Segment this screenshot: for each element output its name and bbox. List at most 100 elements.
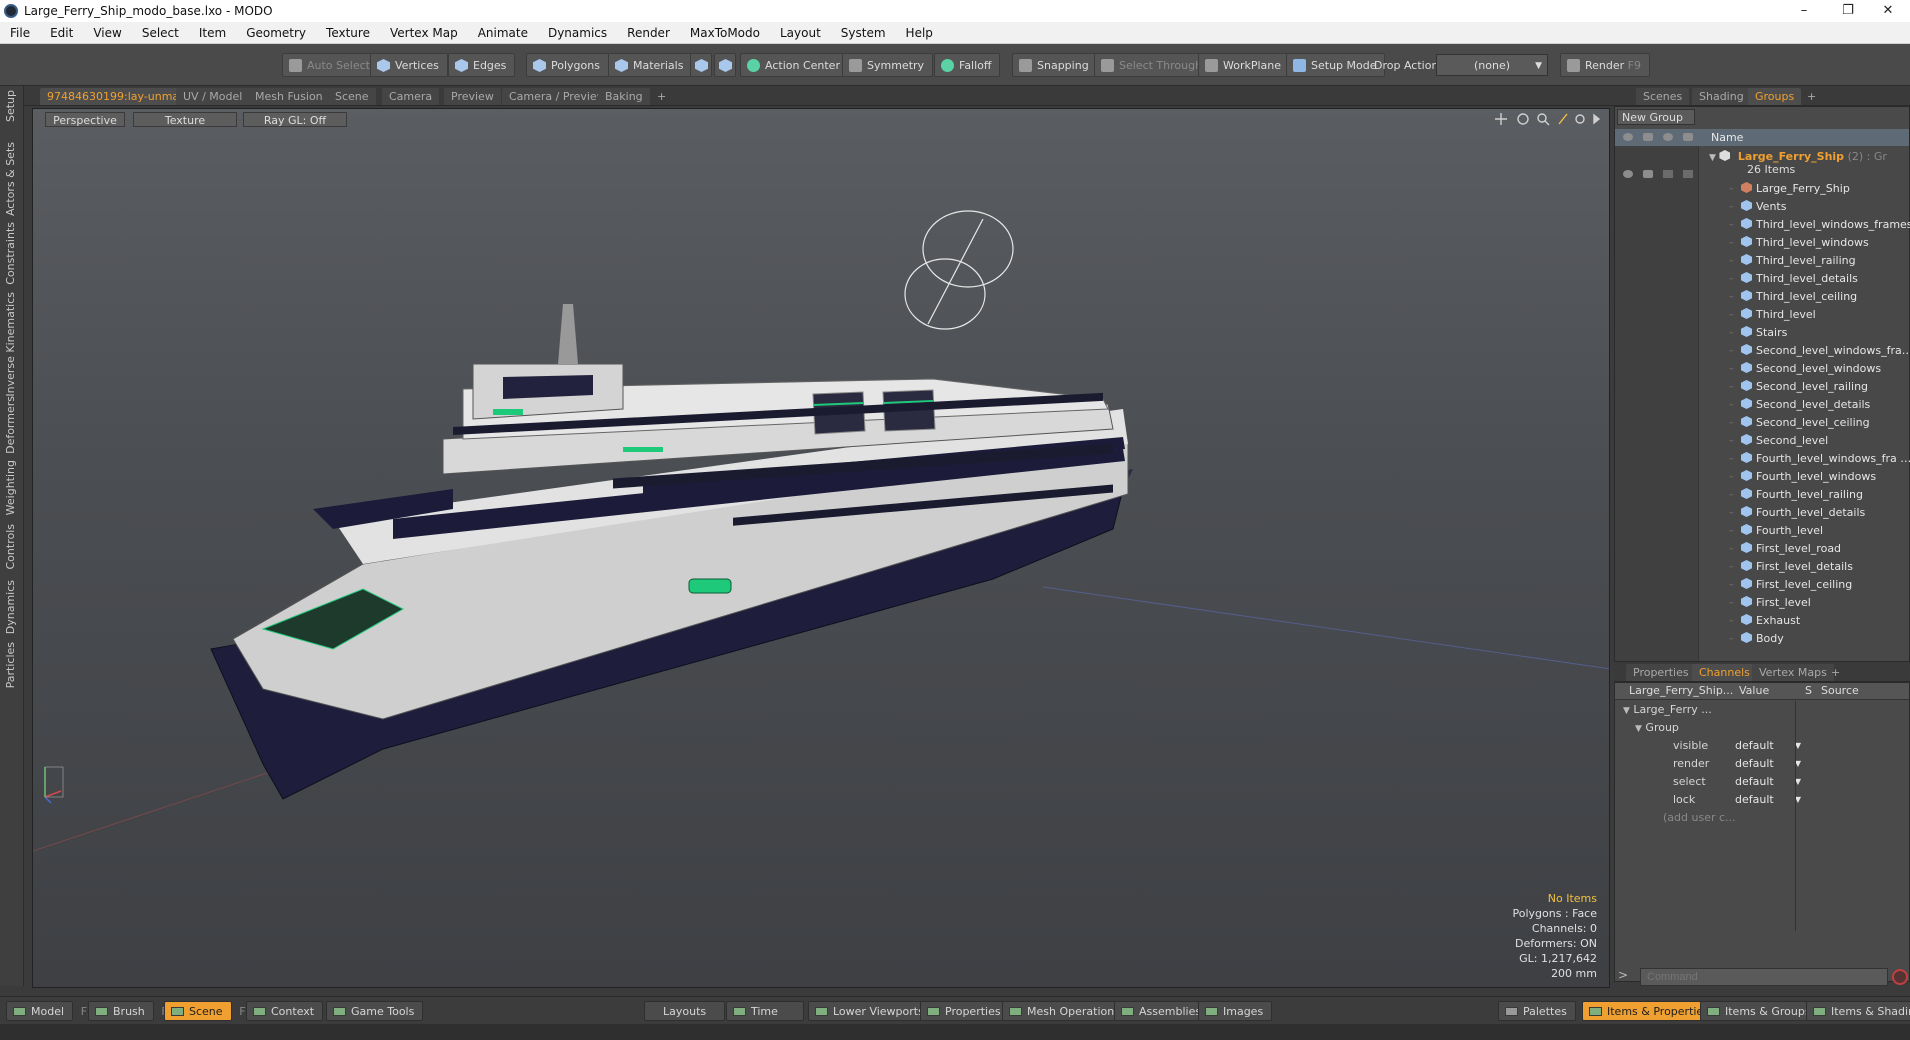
minimize-button[interactable]: – bbox=[1782, 0, 1826, 22]
assemblies-button[interactable]: Assemblies bbox=[1114, 1001, 1211, 1021]
group-item-row[interactable]: – Fourth_level_windows bbox=[1729, 468, 1876, 486]
component-mode-button-2[interactable] bbox=[714, 53, 736, 77]
group-item-row[interactable]: – Fourth_level bbox=[1729, 522, 1823, 540]
group-item-row[interactable]: – Fourth_level_windows_fra … bbox=[1729, 450, 1910, 468]
brush-layout-button[interactable]: BrushF3 bbox=[88, 1001, 175, 1021]
tab-channels[interactable]: Channels bbox=[1692, 664, 1757, 681]
menu-item[interactable]: Item bbox=[189, 26, 236, 40]
group-item-row[interactable]: – Stairs bbox=[1729, 324, 1787, 342]
tab-uv-model[interactable]: UV / Model bbox=[176, 88, 250, 105]
group-item-row[interactable]: – Third_level bbox=[1729, 306, 1816, 324]
group-item-row[interactable]: – Third_level_details bbox=[1729, 270, 1858, 288]
channel-group-row[interactable]: ▼ Group bbox=[1635, 719, 1679, 737]
group-item-row[interactable]: – Third_level_windows bbox=[1729, 234, 1869, 252]
tab-scenes[interactable]: Scenes bbox=[1636, 88, 1690, 105]
menu-animate[interactable]: Animate bbox=[468, 26, 538, 40]
tab-constraints[interactable]: Constraints bbox=[4, 222, 20, 285]
add-right-tab-button[interactable]: + bbox=[1800, 88, 1823, 105]
tab-particles[interactable]: Particles bbox=[4, 642, 20, 688]
tab-controls[interactable]: Controls bbox=[4, 524, 20, 570]
tab-deformers[interactable]: Deformers bbox=[4, 396, 20, 454]
tab-layout-unmax[interactable]: 97484630199:lay-unmax bbox=[40, 88, 193, 105]
group-item-row[interactable]: – First_level_details bbox=[1729, 558, 1853, 576]
items-groups-button[interactable]: Items & Groups bbox=[1700, 1001, 1820, 1021]
group-item-row[interactable]: – First_level_ceiling bbox=[1729, 576, 1852, 594]
record-icon[interactable] bbox=[1892, 969, 1908, 985]
select-through-button[interactable]: Select Through bbox=[1094, 53, 1212, 77]
setup-mode-button[interactable]: Setup Mode bbox=[1286, 53, 1386, 77]
action-center-button[interactable]: Action Center bbox=[740, 53, 849, 77]
group-item-row[interactable]: – Second_level bbox=[1729, 432, 1828, 450]
tab-groups[interactable]: Groups bbox=[1748, 88, 1802, 105]
group-root-row[interactable]: ▼ Large_Ferry_Ship (2) : Gr bbox=[1709, 148, 1887, 166]
3d-viewport[interactable]: Perspective Texture Ray GL: Off No Items… bbox=[32, 108, 1610, 988]
tab-mesh-fusion[interactable]: Mesh Fusion bbox=[248, 88, 330, 105]
group-item-row[interactable]: – Fourth_level_railing bbox=[1729, 486, 1863, 504]
command-input[interactable] bbox=[1640, 968, 1888, 986]
tab-weighting[interactable]: Weighting bbox=[4, 460, 20, 515]
channel-lock-value[interactable]: default ▼ bbox=[1735, 791, 1801, 809]
group-item-row[interactable]: – Third_level_railing bbox=[1729, 252, 1856, 270]
group-item-row[interactable]: – First_level bbox=[1729, 594, 1811, 612]
tab-camera[interactable]: Camera bbox=[382, 88, 440, 105]
group-item-row[interactable]: – Fourth_level_details bbox=[1729, 504, 1865, 522]
falloff-button[interactable]: Falloff bbox=[934, 53, 1001, 77]
vertices-button[interactable]: Vertices bbox=[370, 53, 448, 77]
component-mode-button-1[interactable] bbox=[690, 53, 712, 77]
lower-viewports-button[interactable]: Lower Viewports bbox=[808, 1001, 933, 1021]
group-item-row[interactable]: – First_level_road bbox=[1729, 540, 1841, 558]
menu-view[interactable]: View bbox=[83, 26, 131, 40]
tab-shading[interactable]: Shading bbox=[1692, 88, 1751, 105]
menu-file[interactable]: File bbox=[0, 26, 40, 40]
add-tab-button[interactable]: + bbox=[650, 88, 673, 105]
scene-layout-button[interactable]: SceneF4 bbox=[164, 1001, 253, 1021]
context-layout-button[interactable]: Context bbox=[246, 1001, 324, 1021]
channel-visible-value[interactable]: default ▼ bbox=[1735, 737, 1801, 755]
images-button[interactable]: Images bbox=[1198, 1001, 1273, 1021]
tab-properties[interactable]: Properties bbox=[1626, 664, 1696, 681]
group-item-row[interactable]: – Second_level_railing bbox=[1729, 378, 1868, 396]
channel-item-row[interactable]: ▼ Large_Ferry ... bbox=[1623, 701, 1712, 719]
menu-system[interactable]: System bbox=[831, 26, 896, 40]
group-item-row[interactable]: – Third_level_windows_frames bbox=[1729, 216, 1910, 234]
tab-camera-preview[interactable]: Camera / Preview bbox=[502, 88, 613, 105]
menu-dynamics[interactable]: Dynamics bbox=[538, 26, 617, 40]
tab-preview[interactable]: Preview bbox=[444, 88, 501, 105]
group-lock-toggle[interactable] bbox=[1663, 170, 1673, 178]
mesh-operations-button[interactable]: Mesh Operations bbox=[1002, 1001, 1129, 1021]
group-item-row[interactable]: – Vents bbox=[1729, 198, 1786, 216]
menu-help[interactable]: Help bbox=[896, 26, 943, 40]
group-item-row[interactable]: – Exhaust bbox=[1729, 612, 1800, 630]
game-tools-layout-button[interactable]: Game Tools bbox=[326, 1001, 424, 1021]
expand-toggle-icon[interactable]: ▼ bbox=[1623, 706, 1630, 716]
workplane-button[interactable]: WorkPlane bbox=[1198, 53, 1291, 77]
menu-geometry[interactable]: Geometry bbox=[236, 26, 316, 40]
close-button[interactable]: ✕ bbox=[1866, 0, 1910, 22]
drop-action-select[interactable]: (none) ▼ bbox=[1436, 54, 1548, 76]
group-item-row[interactable]: – Body bbox=[1729, 630, 1784, 648]
model-layout-button[interactable]: ModelF2 bbox=[6, 1001, 94, 1021]
group-visibility-toggle[interactable] bbox=[1623, 170, 1633, 178]
channel-render-value[interactable]: default ▼ bbox=[1735, 755, 1801, 773]
group-render-toggle[interactable] bbox=[1643, 170, 1653, 178]
group-item-row[interactable]: – Second_level_windows_fra… bbox=[1729, 342, 1910, 360]
edges-button[interactable]: Edges bbox=[448, 53, 516, 77]
menu-render[interactable]: Render bbox=[617, 26, 680, 40]
group-select-toggle[interactable] bbox=[1683, 170, 1693, 178]
expand-toggle-icon[interactable]: ▼ bbox=[1635, 724, 1642, 734]
channel-select-value[interactable]: default ▼ bbox=[1735, 773, 1801, 791]
items-shading-button[interactable]: Items & Shading bbox=[1806, 1001, 1910, 1021]
render-button[interactable]: Render F9 bbox=[1560, 53, 1650, 77]
add-user-channel[interactable]: (add user c... bbox=[1663, 809, 1736, 827]
properties-button[interactable]: Properties bbox=[920, 1001, 1010, 1021]
new-group-button[interactable]: New Group bbox=[1617, 109, 1695, 125]
tab-scene[interactable]: Scene bbox=[328, 88, 376, 105]
maximize-button[interactable]: ❐ bbox=[1826, 0, 1870, 22]
menu-texture[interactable]: Texture bbox=[316, 26, 380, 40]
layouts-button[interactable]: Layouts bbox=[644, 1001, 726, 1021]
menu-vertex-map[interactable]: Vertex Map bbox=[380, 26, 468, 40]
menu-maxtomodo[interactable]: MaxToModo bbox=[680, 26, 770, 40]
items-properties-button[interactable]: Items & Properties bbox=[1582, 1001, 1718, 1021]
expand-toggle-icon[interactable]: ▼ bbox=[1709, 153, 1716, 163]
symmetry-button[interactable]: Symmetry bbox=[842, 53, 934, 77]
